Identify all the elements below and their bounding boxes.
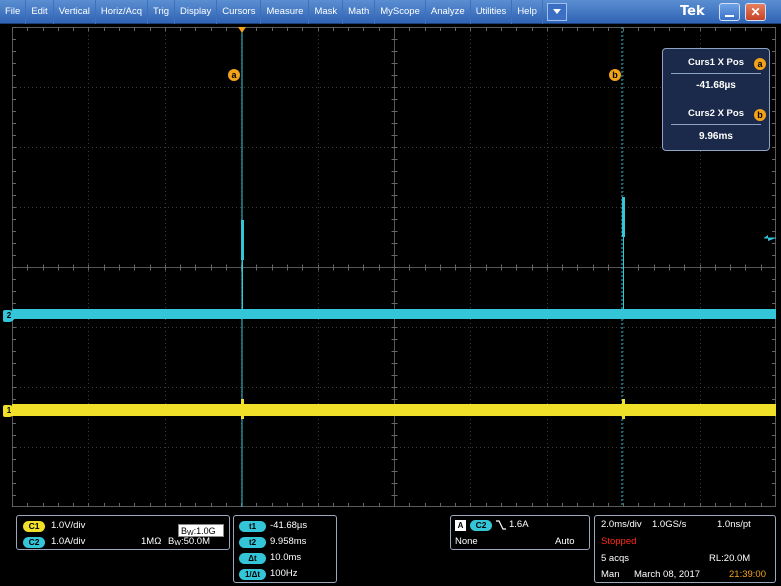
- inverse-delta-t-value: 100Hz: [270, 568, 298, 579]
- delta-t-chip: Δt: [239, 553, 266, 564]
- ch2-impedance: 1MΩ: [141, 536, 162, 547]
- time-resolution: 1.0ns/pt: [717, 519, 751, 530]
- t1-chip: t1: [239, 521, 266, 532]
- menu-horiz-acq[interactable]: Horiz/Acq: [96, 0, 149, 24]
- time-display: 21:39:00: [729, 569, 766, 580]
- time-per-div: 2.0ms/div: [601, 519, 642, 530]
- ch1-ground-marker[interactable]: 1: [3, 405, 15, 417]
- trigger-coupling: None: [455, 536, 478, 547]
- ch1-trace: [12, 404, 776, 416]
- chevron-down-icon: [552, 9, 561, 14]
- date-display: March 08, 2017: [634, 569, 701, 580]
- ch2-bandwidth: BW:50.0M: [168, 536, 210, 547]
- sample-rate: 1.0GS/s: [652, 519, 687, 530]
- menu-dropdown-button[interactable]: [546, 2, 567, 21]
- cursor-measurement-panel[interactable]: t1 -41.68µs t2 9.958ms Δt 10.0ms 1/Δt 10…: [233, 515, 337, 583]
- t1-value: -41.68µs: [270, 520, 308, 531]
- menu-trig[interactable]: Trig: [148, 0, 176, 24]
- channel-settings-panel[interactable]: C1 1.0V/div BW:1.0G C2 1.0A/div 1MΩ BW:5…: [16, 515, 230, 550]
- curs2-value: 9.96ms: [699, 131, 733, 142]
- menu-edit[interactable]: Edit: [26, 0, 54, 24]
- menu-utilities[interactable]: Utilities: [471, 0, 513, 24]
- curs1-value: -41.68µs: [696, 80, 736, 91]
- menu-display[interactable]: Display: [175, 0, 218, 24]
- trigger-source-chip[interactable]: C2: [470, 520, 492, 531]
- menu-cursors[interactable]: Cursors: [217, 0, 262, 24]
- ch2-chip[interactable]: C2: [23, 537, 45, 548]
- curs2-badge: b: [754, 109, 766, 121]
- ch1-scale: 1.0V/div: [51, 520, 86, 531]
- inverse-delta-t-chip: 1/Δt: [239, 569, 266, 580]
- close-button[interactable]: ✕: [745, 3, 766, 21]
- trigger-mode: Auto: [555, 536, 575, 547]
- cursor-a-top-marker[interactable]: [238, 27, 246, 33]
- ch2-trace: [12, 309, 776, 319]
- minimize-icon: [725, 15, 734, 17]
- acquisition-state: Stopped: [601, 536, 637, 547]
- menu-file[interactable]: File: [0, 0, 27, 24]
- menu-help[interactable]: Help: [512, 0, 543, 24]
- ch2-scale: 1.0A/div: [51, 536, 86, 547]
- menu-measure[interactable]: Measure: [261, 0, 310, 24]
- ch2-edge-b: [623, 236, 624, 319]
- readout-divider: [671, 124, 761, 125]
- t2-value: 9.958ms: [270, 536, 307, 547]
- acquisition-count: 5 acqs: [601, 553, 629, 564]
- delta-t-value: 10.0ms: [270, 552, 302, 563]
- ch2-edge-a: [242, 259, 243, 319]
- minimize-button[interactable]: [719, 3, 740, 21]
- cursor-readout-box[interactable]: Curs1 X Pos a -41.68µs Curs2 X Pos b 9.9…: [662, 48, 770, 151]
- rising-edge-icon: [496, 520, 506, 530]
- menu-mask[interactable]: Mask: [309, 0, 344, 24]
- ch1-spike-a: [241, 399, 244, 419]
- menu-math[interactable]: Math: [343, 0, 376, 24]
- trigger-level: 1.6A: [509, 519, 529, 530]
- record-length: RL:20.0M: [709, 553, 751, 564]
- trigger-mode-letter: A: [455, 520, 466, 531]
- acquisition-mode: Man: [601, 569, 620, 580]
- menu-analyze[interactable]: Analyze: [426, 0, 471, 24]
- ch2-pulse-b: [622, 197, 625, 237]
- cursor-a-badge[interactable]: a: [228, 69, 240, 81]
- acquisition-panel[interactable]: 2.0ms/div 1.0GS/s 1.0ns/pt Stopped 5 acq…: [594, 515, 776, 583]
- status-bar: C1 1.0V/div BW:1.0G C2 1.0A/div 1MΩ BW:5…: [0, 510, 781, 586]
- ch2-pulse-a: [241, 220, 244, 260]
- menu-vertical[interactable]: Vertical: [54, 0, 96, 24]
- trigger-panel[interactable]: A C2 1.6A None Auto: [450, 515, 590, 550]
- menu-bar: File Edit Vertical Horiz/Acq Trig Displa…: [0, 0, 781, 24]
- menu-myscope[interactable]: MyScope: [375, 0, 426, 24]
- readout-divider: [671, 73, 761, 74]
- curs1-badge: a: [754, 58, 766, 70]
- cursor-b-badge[interactable]: b: [609, 69, 621, 81]
- ch2-ground-marker[interactable]: 2: [3, 310, 15, 322]
- ch1-spike-b: [622, 399, 625, 419]
- t2-chip: t2: [239, 537, 266, 548]
- tek-logo: Tek: [680, 4, 705, 19]
- ch1-chip[interactable]: C1: [23, 521, 45, 532]
